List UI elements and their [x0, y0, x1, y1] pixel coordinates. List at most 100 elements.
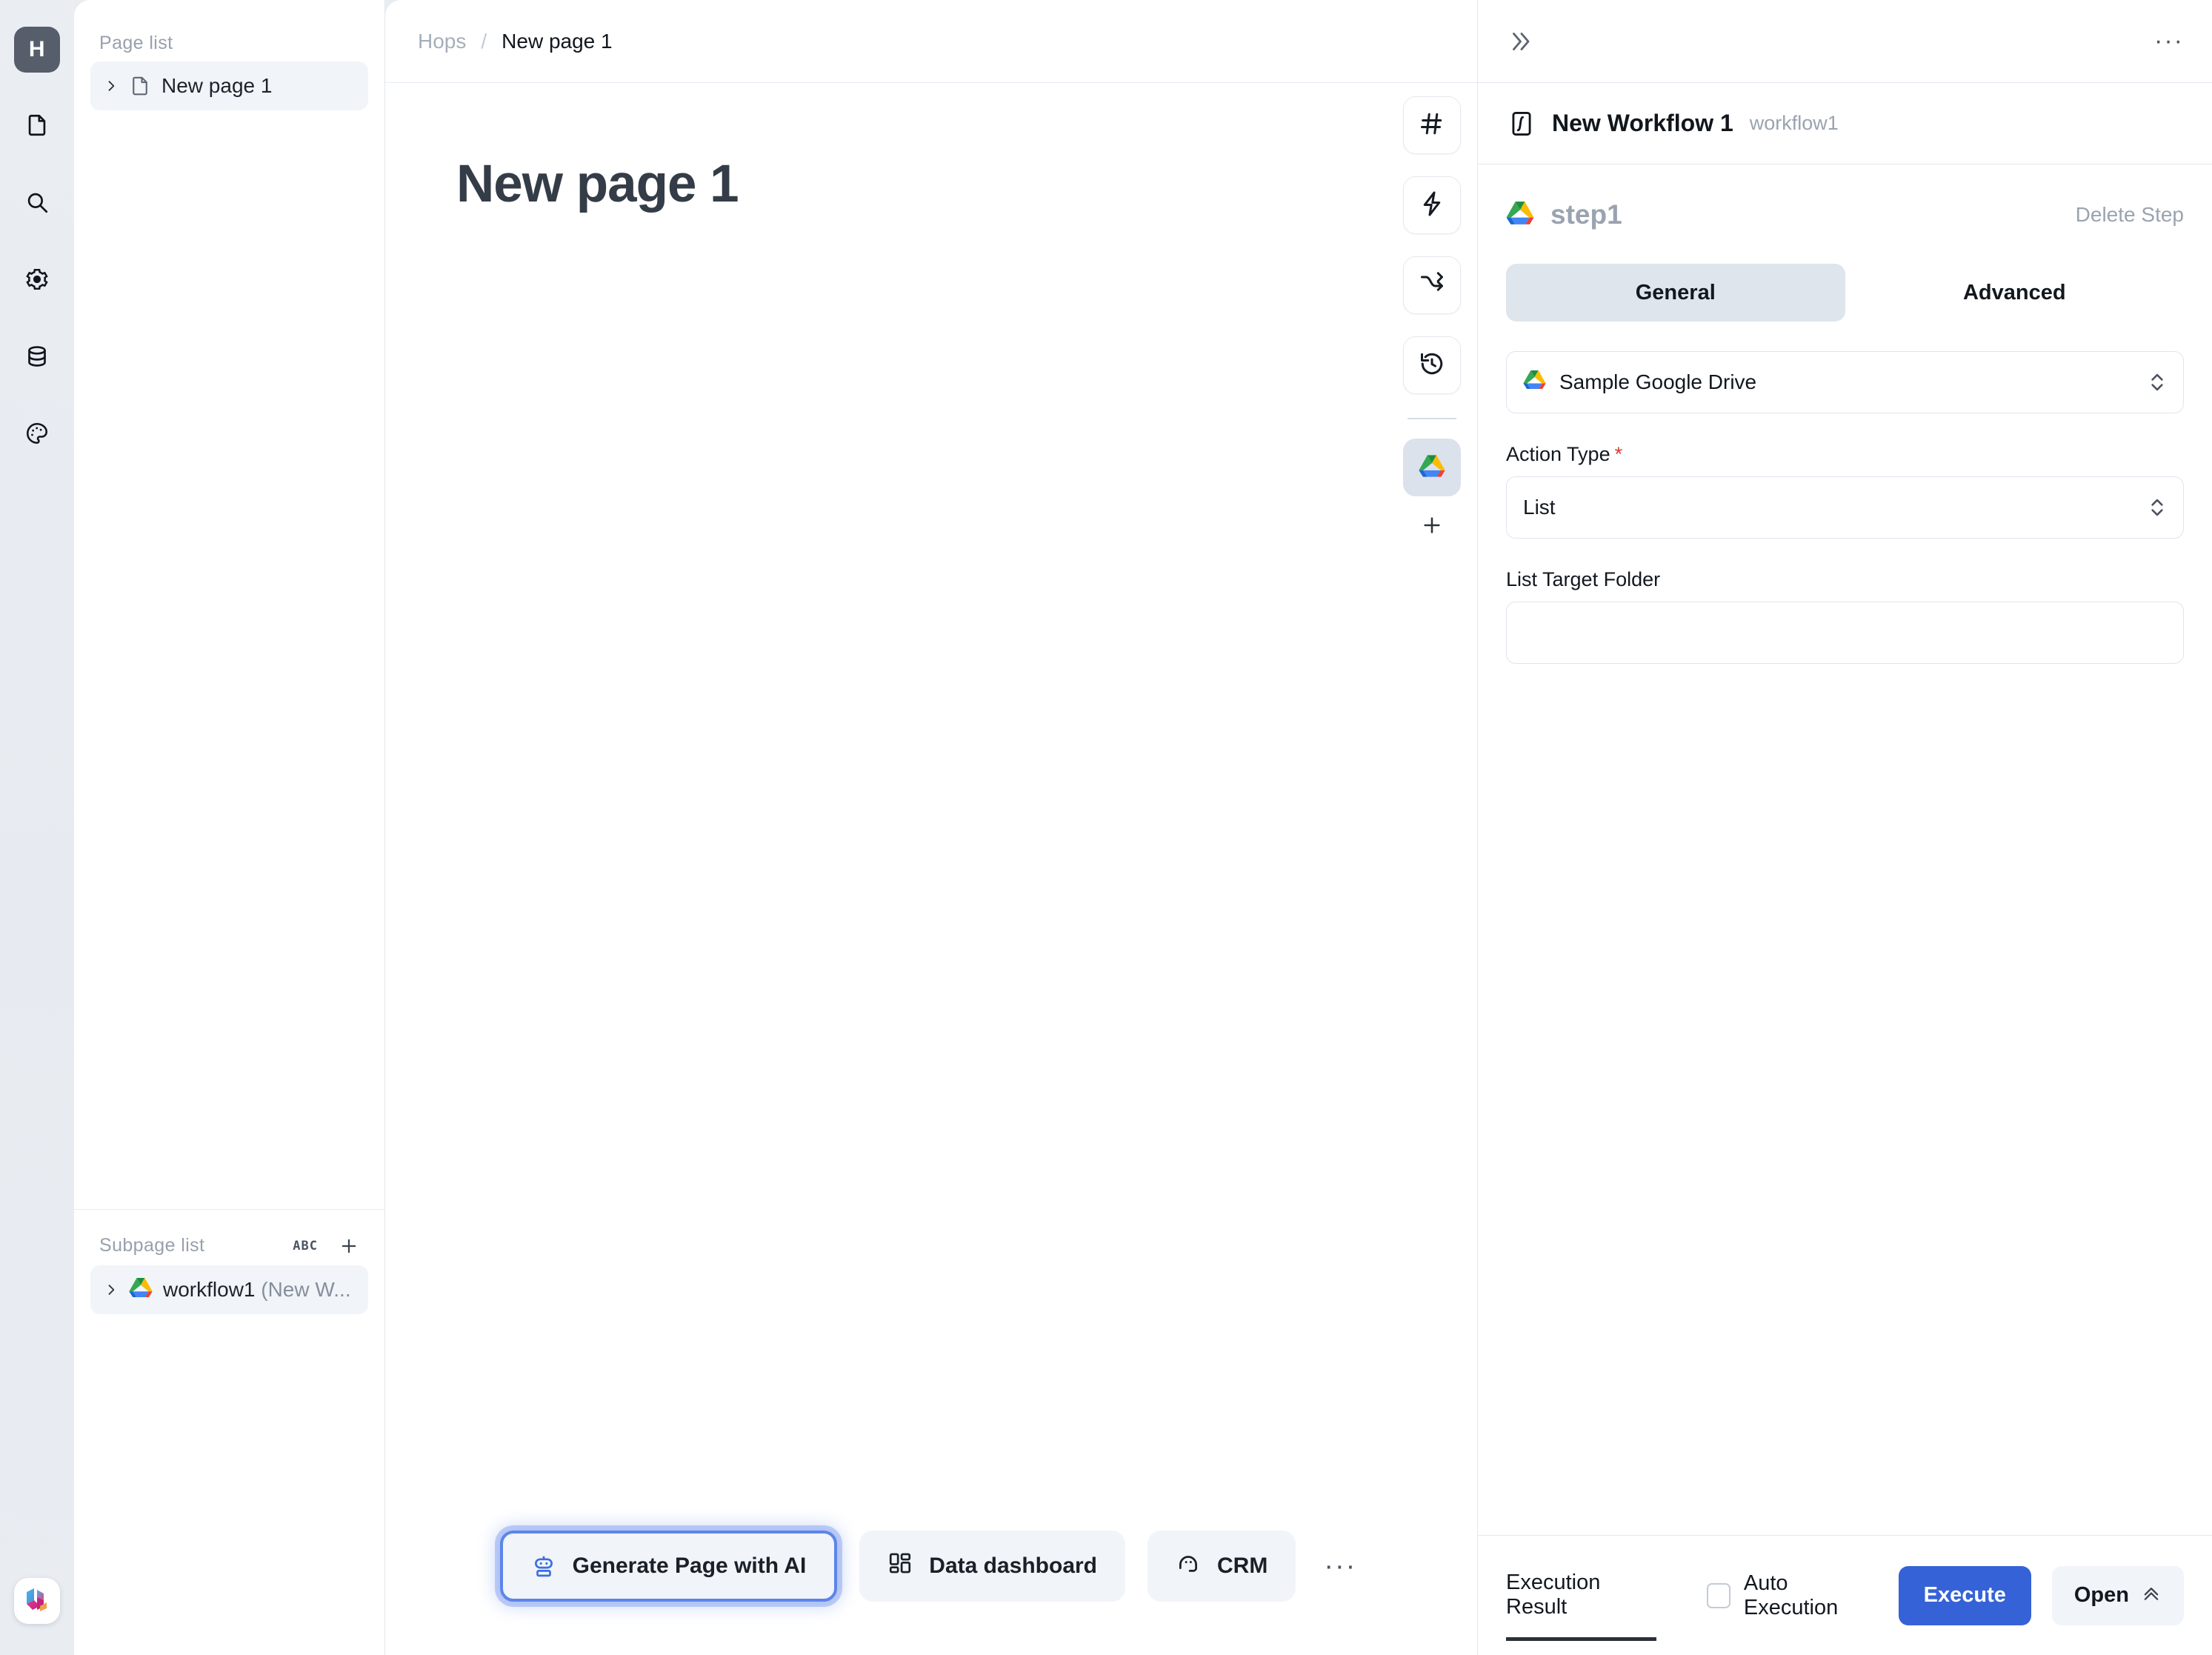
toolbar-variables-button[interactable] [1403, 96, 1461, 154]
page-tree-item-label: New page 1 [161, 74, 273, 97]
search-icon [24, 190, 50, 219]
collapse-panel-icon[interactable] [1506, 28, 1533, 55]
rail-item-search[interactable] [14, 181, 60, 227]
generate-page-with-ai-label: Generate Page with AI [572, 1554, 807, 1578]
file-icon [129, 75, 151, 97]
toolbar-google-drive-button[interactable] [1403, 439, 1461, 496]
action-type-value: List [1523, 496, 1556, 519]
hash-icon [1419, 110, 1445, 141]
toolbar-history-button[interactable] [1403, 336, 1461, 394]
action-type-label: Action Type * [1506, 443, 1623, 465]
workspace-logo-text: H [28, 37, 46, 61]
dashboard-icon [887, 1551, 913, 1582]
robot-icon [531, 1554, 556, 1579]
data-dashboard-label: Data dashboard [929, 1554, 1098, 1578]
canvas-action-bar: Generate Page with AI Data dashboard CRM… [385, 1531, 1477, 1602]
chevron-right-icon[interactable] [104, 1282, 119, 1297]
rail-item-pages[interactable] [14, 104, 60, 150]
product-logo-icon [22, 1585, 52, 1618]
breadcrumb-root[interactable]: Hops [418, 30, 466, 53]
side-panel-more-button[interactable]: ··· [2154, 29, 2184, 53]
chevron-updown-icon [2148, 495, 2167, 520]
crm-label: CRM [1217, 1554, 1268, 1578]
workflow-icon [1508, 110, 1536, 138]
step-header: step1 Delete Step [1506, 164, 2184, 253]
action-type-select[interactable]: List [1506, 476, 2184, 539]
connection-select[interactable]: Sample Google Drive [1506, 351, 2184, 413]
toolbar-workflow-button[interactable] [1403, 256, 1461, 314]
auto-execution-label: Auto Execution [1743, 1571, 1839, 1619]
file-icon [24, 113, 50, 141]
side-panel-footer: Execution Result Auto Execution Execute … [1478, 1535, 2212, 1655]
chevron-right-icon[interactable] [104, 79, 119, 93]
canvas-actions-more-button[interactable]: ··· [1318, 1544, 1362, 1588]
delete-step-button[interactable]: Delete Step [2076, 203, 2184, 227]
history-icon [1419, 350, 1445, 381]
subpage-tree: workflow1 (New W... [74, 1265, 384, 1655]
gear-icon [24, 267, 50, 296]
rail-item-data[interactable] [14, 335, 60, 381]
workflow-slug: workflow1 [1749, 112, 1839, 134]
workflow-side-panel: ··· New Workflow 1 workflow1 step1 Delet… [1478, 0, 2212, 1655]
required-asterisk: * [1614, 443, 1623, 465]
page-title[interactable]: New page 1 [456, 154, 1477, 214]
rail-item-theme[interactable] [14, 412, 60, 458]
execution-result-tab[interactable]: Execution Result [1506, 1571, 1657, 1641]
connection-row: Sample Google Drive [1506, 351, 2184, 413]
connection-select-value: Sample Google Drive [1559, 370, 1757, 393]
subpage-tree-item-label: workflow1 (New W... [163, 1278, 351, 1301]
tab-general[interactable]: General [1506, 264, 1845, 322]
palette-icon [24, 421, 50, 450]
google-drive-icon [129, 1277, 153, 1303]
toolbar-add-button[interactable] [1403, 507, 1461, 547]
crm-button[interactable]: CRM [1147, 1531, 1296, 1602]
open-panel-button[interactable]: Open [2051, 1565, 2184, 1625]
contact-icon [1176, 1551, 1201, 1582]
google-drive-icon [1523, 370, 1546, 395]
app-root: H Page list New page 1 Subpage list ABC … [0, 0, 2212, 1655]
list-target-folder-label: List Target Folder [1506, 568, 1661, 590]
plus-icon [1420, 513, 1444, 541]
page-list-title: Page list [99, 33, 173, 53]
step-name: step1 [1550, 199, 1622, 230]
chevron-updown-icon [2148, 370, 2167, 395]
breadcrumb: Hops / New page 1 [385, 0, 1477, 83]
tab-advanced[interactable]: Advanced [1845, 264, 2185, 322]
open-label: Open [2073, 1583, 2129, 1607]
google-drive-icon [1419, 453, 1445, 483]
subpage-list-title: Subpage list [99, 1235, 205, 1256]
step-config-body: step1 Delete Step General Advanced Sampl… [1478, 164, 2212, 1535]
data-dashboard-button[interactable]: Data dashboard [859, 1531, 1126, 1602]
generate-page-with-ai-button[interactable]: Generate Page with AI [499, 1531, 838, 1602]
left-icon-rail: H [0, 0, 74, 1655]
breadcrumb-separator: / [481, 29, 487, 53]
workspace-logo-button[interactable]: H [14, 27, 60, 73]
breadcrumb-current: New page 1 [502, 29, 613, 53]
canvas-vertical-toolbar [1403, 96, 1461, 547]
page-tree-item[interactable]: New page 1 [90, 61, 368, 110]
database-icon [24, 344, 50, 373]
side-panel-header: ··· [1478, 0, 2212, 83]
lightning-icon [1419, 190, 1445, 221]
list-target-folder-input[interactable] [1506, 602, 2184, 664]
step-tabs: General Advanced [1506, 264, 2184, 322]
toolbar-divider [1408, 418, 1456, 419]
rail-item-settings[interactable] [14, 258, 60, 304]
workflow-title-row: New Workflow 1 workflow1 [1478, 83, 2212, 164]
auto-execution-checkbox[interactable]: Auto Execution [1707, 1571, 1878, 1620]
google-drive-icon [1506, 201, 1534, 229]
chevron-up-double-icon [2141, 1582, 2162, 1609]
abc-sort-icon[interactable]: ABC [293, 1239, 318, 1253]
product-logo-badge[interactable] [14, 1578, 60, 1624]
subpage-list-header: Subpage list ABC [74, 1210, 384, 1265]
checkbox-box[interactable] [1707, 1582, 1730, 1608]
center-pane: Hops / New page 1 New page 1 Generate Pa… [385, 0, 1478, 1655]
page-list-panel: Page list New page 1 Subpage list ABC wo… [74, 0, 385, 1655]
shuffle-icon [1419, 270, 1445, 301]
toolbar-events-button[interactable] [1403, 176, 1461, 234]
page-tree: New page 1 [74, 61, 384, 110]
workflow-name: New Workflow 1 [1552, 110, 1733, 136]
add-subpage-icon[interactable] [339, 1236, 359, 1256]
subpage-tree-item-workflow1[interactable]: workflow1 (New W... [90, 1265, 368, 1314]
execute-button[interactable]: Execute [1898, 1565, 2031, 1625]
